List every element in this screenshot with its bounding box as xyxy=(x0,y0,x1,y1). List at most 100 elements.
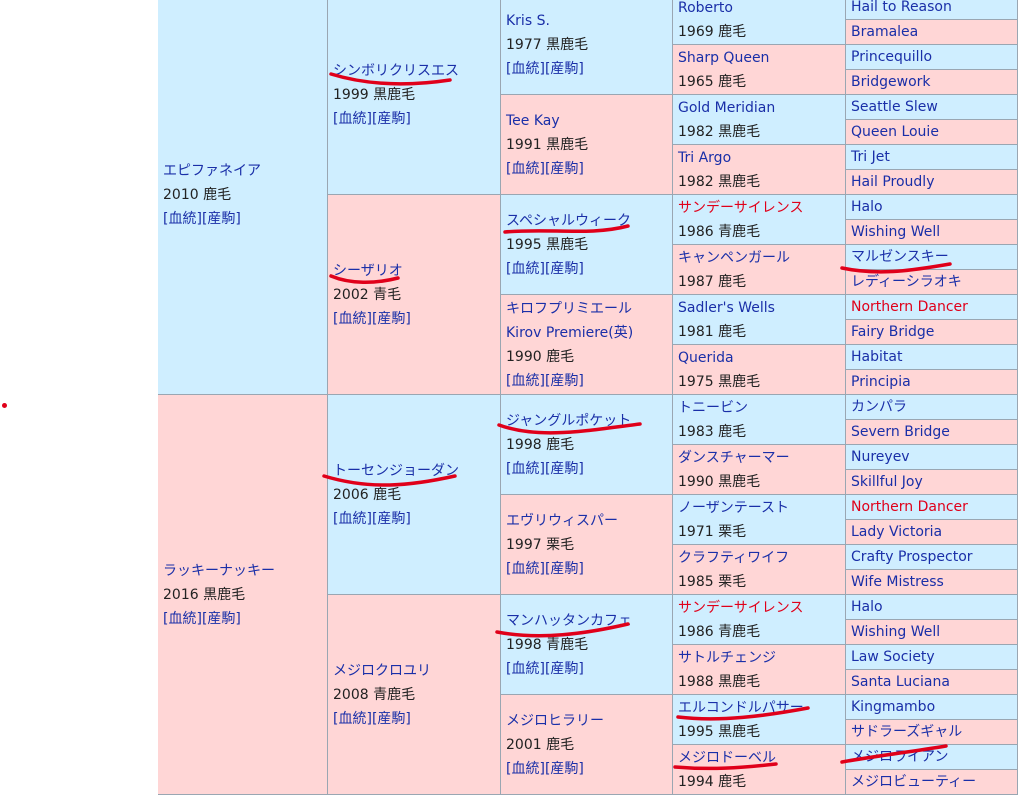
horse-name-link[interactable]: Halo xyxy=(851,599,883,615)
produce-link[interactable]: [産駒] xyxy=(545,373,584,389)
produce-link[interactable]: [産駒] xyxy=(545,61,584,77)
horse-name-link[interactable]: エヴリウィスパー xyxy=(506,513,618,529)
pedigree-link[interactable]: [血統] xyxy=(506,61,545,77)
horse-name-link[interactable]: サドラーズギャル xyxy=(851,724,962,740)
horse-year-coat: 2010 鹿毛 xyxy=(163,183,327,207)
produce-link[interactable]: [産駒] xyxy=(372,511,411,527)
horse-name-link[interactable]: Nureyev xyxy=(851,449,910,465)
horse-name-link[interactable]: Roberto xyxy=(678,0,733,16)
horse-name-link[interactable]: Bramalea xyxy=(851,24,918,40)
horse-name-link[interactable]: Gold Meridian xyxy=(678,100,775,116)
horse-name-link[interactable]: Santa Luciana xyxy=(851,674,950,690)
horse-name-link[interactable]: メジロドーベル xyxy=(678,750,776,766)
horse-name-link[interactable]: サンデーサイレンス xyxy=(678,600,803,616)
pedigree-link[interactable]: [血統] xyxy=(506,461,545,477)
produce-link[interactable]: [産駒] xyxy=(202,211,241,227)
pedigree-link[interactable]: [血統] xyxy=(506,561,545,577)
horse-name-link[interactable]: Princequillo xyxy=(851,49,932,65)
produce-link[interactable]: [産駒] xyxy=(372,311,411,327)
horse-name-link[interactable]: レディーシラオキ xyxy=(851,274,962,290)
pedigree-link[interactable]: [血統] xyxy=(163,611,202,627)
horse-name-link[interactable]: メジロライアン xyxy=(851,749,948,765)
produce-link[interactable]: [産駒] xyxy=(545,761,584,777)
horse-name-link[interactable]: Sadler's Wells xyxy=(678,300,775,316)
horse-name-link[interactable]: Crafty Prospector xyxy=(851,549,973,565)
horse-name-link[interactable]: Tri Argo xyxy=(678,150,731,166)
horse-name-link[interactable]: メジロヒラリー xyxy=(506,713,604,729)
horse-name-link[interactable]: Law Society xyxy=(851,649,935,665)
horse-name-link[interactable]: Principia xyxy=(851,374,911,390)
horse-name-link[interactable]: Seattle Slew xyxy=(851,99,938,115)
horse-name-link[interactable]: Severn Bridge xyxy=(851,424,950,440)
horse-name-link[interactable]: Northern Dancer xyxy=(851,299,968,315)
pedigree-cell-g1-0: エピファネイア 2010 鹿毛 [血統][産駒] xyxy=(158,0,328,395)
horse-name-link[interactable]: Skillful Joy xyxy=(851,474,923,490)
horse-name-link[interactable]: ラッキーナッキー xyxy=(163,563,275,579)
horse-name-link[interactable]: Querida xyxy=(678,350,734,366)
horse-name-link[interactable]: Queen Louie xyxy=(851,124,939,140)
horse-name-link[interactable]: Sharp Queen xyxy=(678,50,769,66)
horse-year-coat: 1988 黒鹿毛 xyxy=(678,670,845,694)
horse-name-link[interactable]: エルコンドルパサー xyxy=(678,700,804,716)
horse-name-link[interactable]: ノーザンテースト xyxy=(678,500,789,516)
horse-name-link[interactable]: トニービン xyxy=(678,400,748,416)
horse-name-link[interactable]: スペシャルウィーク xyxy=(506,213,631,229)
birth-year: 1985 xyxy=(678,573,714,590)
horse-name-link[interactable]: Lady Victoria xyxy=(851,524,942,540)
horse-name-link[interactable]: メジロビューティー xyxy=(851,774,976,790)
pedigree-link[interactable]: [血統] xyxy=(506,261,545,277)
horse-name-link[interactable]: Habitat xyxy=(851,349,902,365)
horse-alt-name-link[interactable]: Kirov Premiere(英) xyxy=(506,325,633,341)
horse-name-link[interactable]: Tee Kay xyxy=(506,113,560,129)
pedigree-link[interactable]: [血統] xyxy=(333,111,372,127)
horse-name-link[interactable]: マルゼンスキー xyxy=(851,249,949,265)
produce-link[interactable]: [産駒] xyxy=(545,161,584,177)
produce-link[interactable]: [産駒] xyxy=(372,111,411,127)
horse-name-link[interactable]: クラフティワイフ xyxy=(678,550,789,566)
horse-name-link[interactable]: Tri Jet xyxy=(851,149,890,165)
horse-name-link[interactable]: サンデーサイレンス xyxy=(678,200,803,216)
produce-link[interactable]: [産駒] xyxy=(202,611,241,627)
produce-link[interactable]: [産駒] xyxy=(545,561,584,577)
pedigree-link[interactable]: [血統] xyxy=(333,511,372,527)
produce-link[interactable]: [産駒] xyxy=(545,661,584,677)
birth-year: 1987 xyxy=(678,273,714,290)
horse-name-link[interactable]: シーザリオ xyxy=(333,263,403,279)
horse-year-coat: 1991 黒鹿毛 xyxy=(506,133,672,157)
horse-name-link[interactable]: カンパラ xyxy=(851,399,907,415)
produce-link[interactable]: [産駒] xyxy=(545,461,584,477)
horse-name-link[interactable]: トーセンジョーダン xyxy=(333,463,459,479)
horse-name-link[interactable]: キロフプリミエール xyxy=(506,301,632,317)
horse-name-link[interactable]: Wishing Well xyxy=(851,624,940,640)
horse-name-link[interactable]: シンボリクリスエス xyxy=(333,63,459,79)
horse-name-link[interactable]: Hail to Reason xyxy=(851,0,952,15)
horse-name-link[interactable]: ダンスチャーマー xyxy=(678,450,790,466)
pedigree-link[interactable]: [血統] xyxy=(506,761,545,777)
coat-color: 栗毛 xyxy=(718,573,747,590)
horse-name-link[interactable]: マンハッタンカフェ xyxy=(506,613,632,629)
horse-name-link[interactable]: Wishing Well xyxy=(851,224,940,240)
horse-name-link[interactable]: ジャングルポケット xyxy=(506,413,631,429)
horse-name-link[interactable]: Bridgework xyxy=(851,74,931,90)
horse-name-link[interactable]: キャンペンガール xyxy=(678,250,790,266)
horse-name-link[interactable]: Hail Proudly xyxy=(851,174,934,190)
pedigree-link[interactable]: [血統] xyxy=(506,161,545,177)
produce-link[interactable]: [産駒] xyxy=(545,261,584,277)
horse-name-link[interactable]: エピファネイア xyxy=(163,163,261,179)
horse-name-link[interactable]: Wife Mistress xyxy=(851,574,944,590)
pedigree-link[interactable]: [血統] xyxy=(163,211,202,227)
pedigree-link[interactable]: [血統] xyxy=(506,661,545,677)
horse-name-link[interactable]: Northern Dancer xyxy=(851,499,968,515)
horse-name-link[interactable]: Kris S. xyxy=(506,13,550,29)
horse-name-link[interactable]: Fairy Bridge xyxy=(851,324,934,340)
horse-name-link[interactable]: Halo xyxy=(851,199,883,215)
produce-link[interactable]: [産駒] xyxy=(372,711,411,727)
pedigree-cell-g5-21: Lady Victoria xyxy=(846,520,1018,545)
horse-name-link[interactable]: Kingmambo xyxy=(851,699,935,715)
pedigree-cell-g5-15: Principia xyxy=(846,370,1018,395)
pedigree-link[interactable]: [血統] xyxy=(333,711,372,727)
horse-name-link[interactable]: メジロクロユリ xyxy=(333,663,431,679)
horse-name-link[interactable]: サトルチェンジ xyxy=(678,650,776,666)
pedigree-link[interactable]: [血統] xyxy=(333,311,372,327)
pedigree-link[interactable]: [血統] xyxy=(506,373,545,389)
